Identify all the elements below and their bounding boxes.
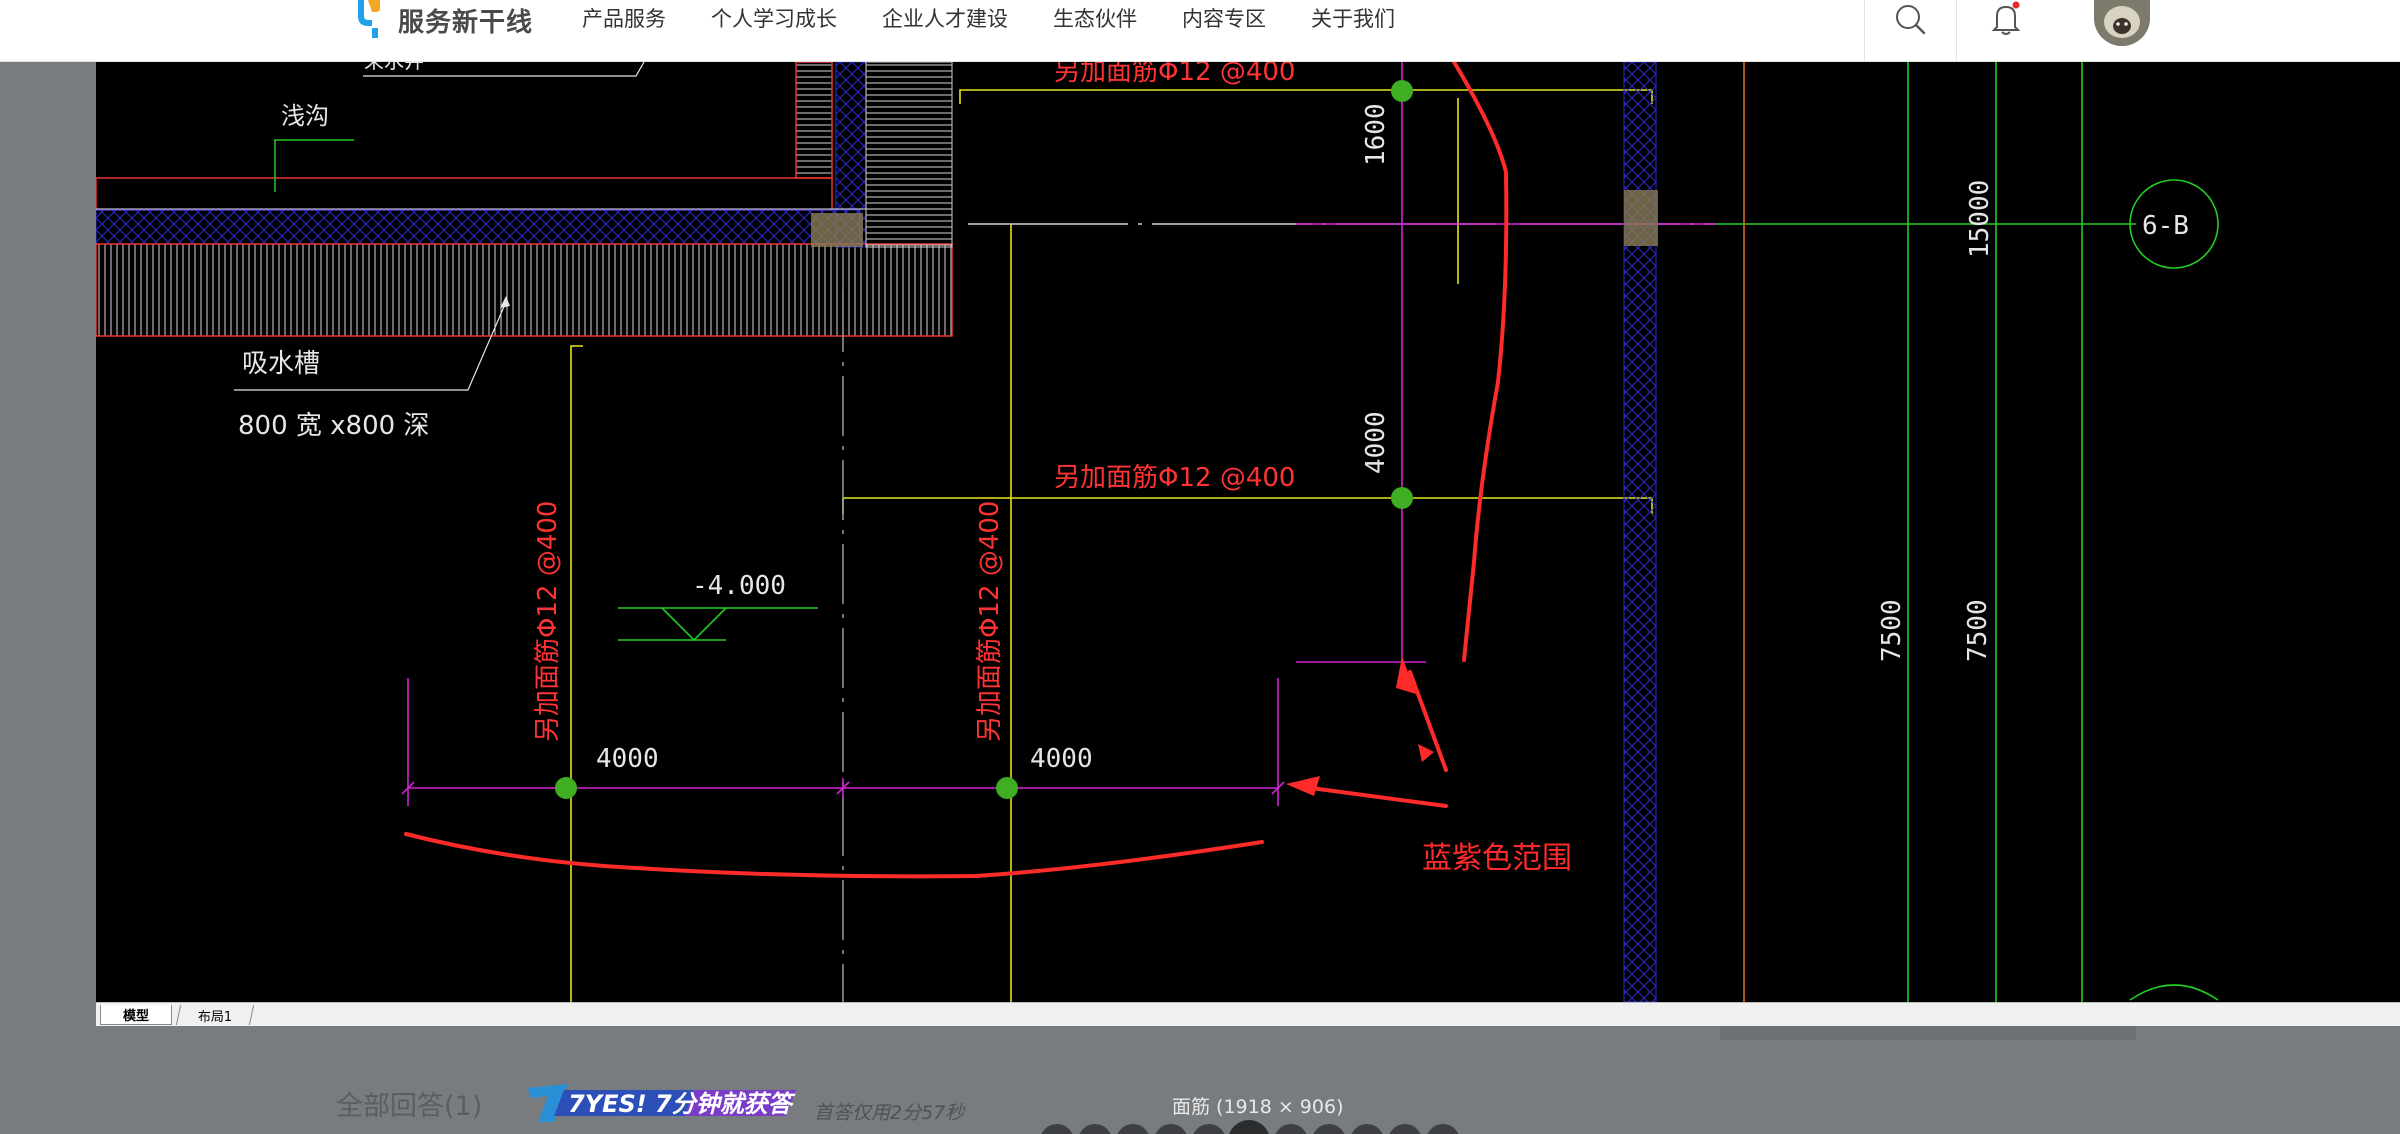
dimension-vert-top: 1600 bbox=[1361, 103, 1391, 166]
nav-item-products[interactable]: 产品服务 bbox=[582, 3, 666, 33]
thumbnail-dot[interactable] bbox=[1350, 1124, 1384, 1134]
cad-layout-tabs: 模型 布局1 bbox=[96, 1002, 2400, 1026]
tab-model-label: 模型 bbox=[122, 1009, 149, 1024]
image-caption: 面筋 (1918 × 906) bbox=[1172, 1096, 1344, 1118]
divider bbox=[1864, 0, 1865, 62]
thumbnail-dot[interactable] bbox=[1078, 1124, 1112, 1134]
logo-icon bbox=[350, 0, 396, 40]
rebar-label-top: 另加面筋Φ12 @400 bbox=[1054, 62, 1295, 87]
thumbnail-dot[interactable] bbox=[1116, 1124, 1150, 1134]
thumbnail-dot[interactable] bbox=[1040, 1124, 1074, 1134]
cursor-mark bbox=[1418, 744, 1434, 762]
dimension-left: 4000 bbox=[596, 744, 659, 774]
side-panel-edge bbox=[1720, 1026, 2136, 1040]
tab-layout1-label: 布局1 bbox=[197, 1009, 233, 1025]
tab-model[interactable]: 模型 bbox=[100, 1005, 172, 1025]
label-water-groove: 吸水槽 bbox=[242, 349, 320, 379]
thumbnail-dot[interactable] bbox=[1154, 1124, 1188, 1134]
dimension-7500-b: 7500 bbox=[1963, 599, 1993, 662]
nav-item-partners[interactable]: 生态伙伴 bbox=[1053, 3, 1137, 33]
thumbnail-dot[interactable] bbox=[1426, 1124, 1460, 1134]
arrow-head-left bbox=[1286, 776, 1320, 796]
logo-text: 服务新干线 bbox=[398, 7, 534, 38]
label-shallow-ditch: 浅沟 bbox=[281, 102, 329, 130]
rebar-label-vert-left: 另加面筋Φ12 @400 bbox=[533, 501, 563, 742]
bell-icon[interactable] bbox=[1986, 0, 2026, 38]
dimension-vert-mid: 4000 bbox=[1361, 411, 1391, 474]
top-navigation-bar: 服务新干线 产品服务 个人学习成长 企业人才建设 生态伙伴 内容专区 关于我们 bbox=[0, 0, 2400, 62]
tab-layout1[interactable]: 布局1 bbox=[175, 1005, 255, 1025]
rebar-label-mid: 另加面筋Φ12 @400 bbox=[1054, 463, 1295, 493]
nav-item-content[interactable]: 内容专区 bbox=[1182, 3, 1266, 33]
label-top-left: 采水井 bbox=[364, 62, 424, 73]
thumbnail-dot[interactable] bbox=[1312, 1124, 1346, 1134]
thumbnail-dot[interactable] bbox=[1388, 1124, 1422, 1134]
elevation-marker bbox=[618, 607, 818, 642]
annotation-purple-range: 蓝紫色范围 bbox=[1422, 841, 1572, 876]
divider bbox=[1956, 0, 1957, 62]
cad-drawing-viewport[interactable]: 采水井 浅沟 吸水槽 800 宽 x800 深 bbox=[96, 62, 2400, 1002]
axis-label-6b: 6-B bbox=[2142, 211, 2189, 241]
cad-drawing: 采水井 浅沟 吸水槽 800 宽 x800 深 bbox=[96, 62, 2219, 1002]
answer-speed-badge: 7YES! 7分钟就获答 bbox=[524, 1082, 800, 1124]
main-nav: 产品服务 个人学习成长 企业人才建设 生态伙伴 内容专区 关于我们 bbox=[582, 3, 1440, 33]
thumbnail-dot[interactable] bbox=[1274, 1124, 1308, 1134]
search-icon[interactable] bbox=[1890, 0, 1930, 38]
rebar-label-vert-mid: 另加面筋Φ12 @400 bbox=[975, 501, 1005, 742]
nav-item-personal-growth[interactable]: 个人学习成长 bbox=[711, 3, 837, 33]
dimension-7500-a: 7500 bbox=[1877, 599, 1907, 662]
dimension-15000: 15000 bbox=[1965, 180, 1995, 258]
thumbnail-dot[interactable] bbox=[1192, 1124, 1226, 1134]
label-groove-size: 800 宽 x800 深 bbox=[238, 411, 429, 441]
elevation-label: -4.000 bbox=[692, 571, 786, 601]
dimension-lines bbox=[401, 62, 1716, 806]
wall-section-top-left bbox=[96, 62, 953, 337]
answers-title: 全部回答(1) bbox=[336, 1091, 483, 1122]
thumbnail-dot-active[interactable] bbox=[1228, 1120, 1270, 1134]
badge-text: 7YES! 7分钟就获答 bbox=[568, 1090, 796, 1118]
wall-section-right bbox=[1623, 62, 2219, 1002]
nav-item-about[interactable]: 关于我们 bbox=[1311, 3, 1395, 33]
dimension-mid: 4000 bbox=[1030, 744, 1093, 774]
first-answer-time: 首答仅用2分57秒 bbox=[814, 1102, 965, 1124]
site-logo[interactable]: 服务新干线 bbox=[350, 0, 533, 40]
nav-item-enterprise[interactable]: 企业人才建设 bbox=[882, 3, 1008, 33]
avatar[interactable] bbox=[2094, 0, 2150, 46]
